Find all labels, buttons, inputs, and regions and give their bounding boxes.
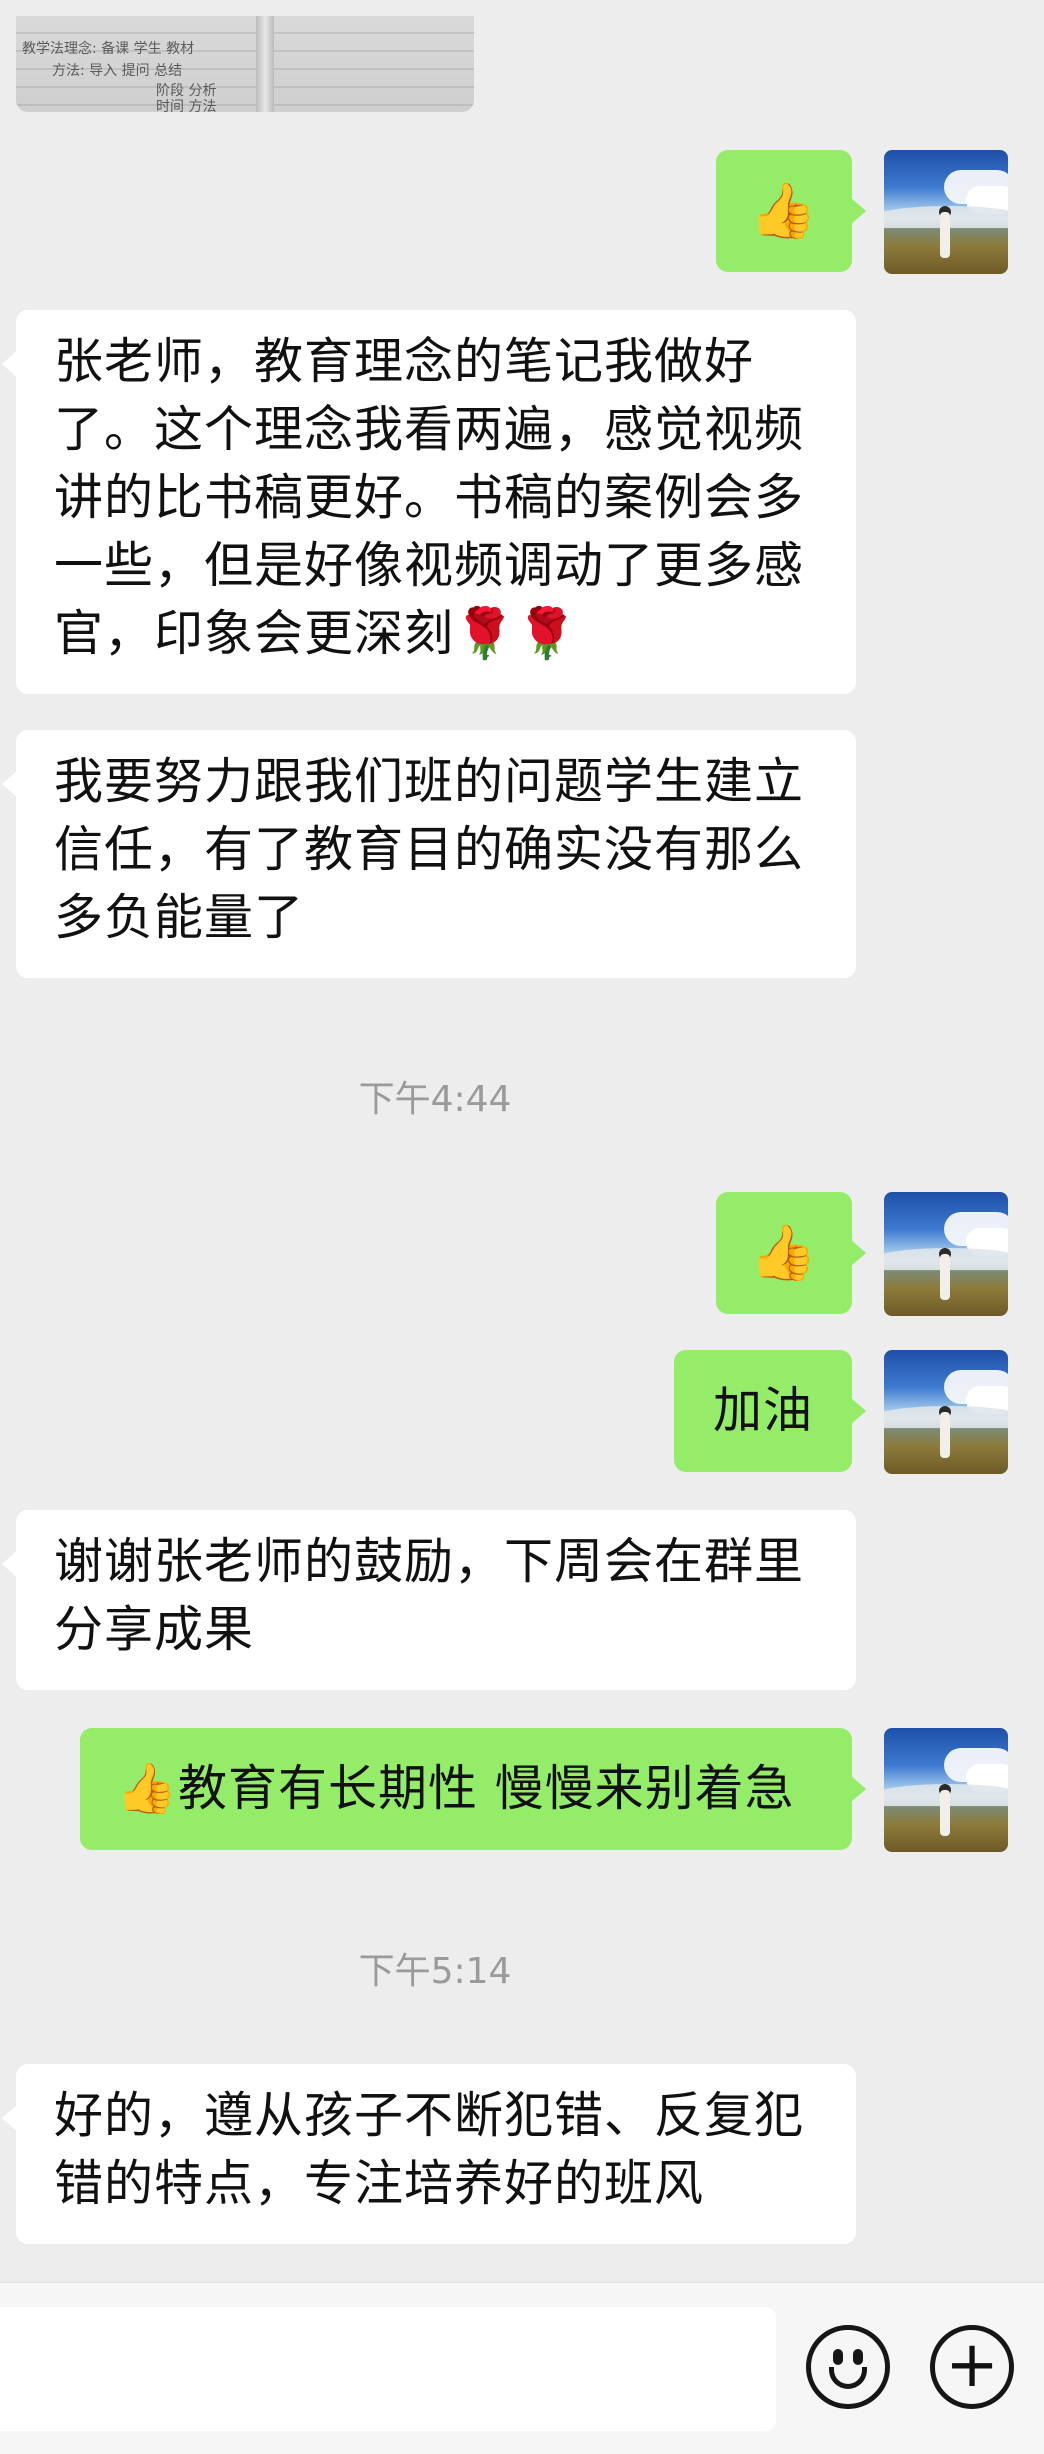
message-text: 好的，遵从孩子不断犯错、反复犯错的特点，专注培养好的班风 [54,2087,805,2212]
message-input[interactable] [0,2307,776,2431]
plus-icon: + [945,2328,999,2402]
handwriting-line: 教学法理念: 备课 学生 教材 [22,41,195,57]
message-bubble-self[interactable]: 👍 [716,150,852,272]
message-text: 谢谢张老师的鼓励，下周会在群里分享成果 [54,1533,805,1658]
thumbs-up-icon: 👍 [749,179,819,242]
smiley-face-icon [811,2325,885,2409]
message-bubble-other[interactable]: 谢谢张老师的鼓励，下周会在群里分享成果 [2,1510,856,1690]
avatar[interactable] [884,1350,1008,1474]
avatar[interactable] [884,1728,1008,1852]
handwriting-line: 方法: 导入 提问 总结 [52,63,183,79]
message-text: 👍教育有长期性 慢慢来别着急 [116,1760,795,1817]
message-bubble-self[interactable]: 👍教育有长期性 慢慢来别着急 [80,1728,852,1850]
timestamp: 下午5:14 [358,1951,512,1992]
more-options-button[interactable]: + [930,2325,1014,2409]
message-text: 我要努力跟我们班的问题学生建立信任，有了教育目的确实没有那么多负能量了 [54,753,805,946]
notebook-spine [256,16,274,112]
message-bubble-self[interactable]: 👍 [716,1192,852,1314]
input-bar: + [0,2282,1044,2454]
handwriting-line: 时间 方法 [156,99,217,112]
message-text: 张老师，教育理念的笔记我做好了。这个理念我看两遍，感觉视频讲的比书稿更好。书稿的… [54,333,805,662]
message-bubble-other[interactable]: 我要努力跟我们班的问题学生建立信任，有了教育目的确实没有那么多负能量了 [2,730,856,978]
message-bubble-self[interactable]: 加油 [674,1350,852,1472]
emoji-button[interactable] [806,2325,890,2409]
message-text: 加油 [712,1382,813,1439]
message-bubble-other[interactable]: 张老师，教育理念的笔记我做好了。这个理念我看两遍，感觉视频讲的比书稿更好。书稿的… [2,310,856,694]
thumbs-up-icon: 👍 [749,1221,819,1284]
avatar[interactable] [884,150,1008,274]
timestamp: 下午4:44 [358,1079,512,1120]
image-message[interactable]: 教学法理念: 备课 学生 教材 方法: 导入 提问 总结 阶段 分析 时间 方法 [16,16,474,112]
message-bubble-other[interactable]: 好的，遵从孩子不断犯错、反复犯错的特点，专注培养好的班风 [2,2064,856,2244]
avatar[interactable] [884,1192,1008,1316]
chat-screen: 教学法理念: 备课 学生 教材 方法: 导入 提问 总结 阶段 分析 时间 方法… [0,0,1044,2454]
